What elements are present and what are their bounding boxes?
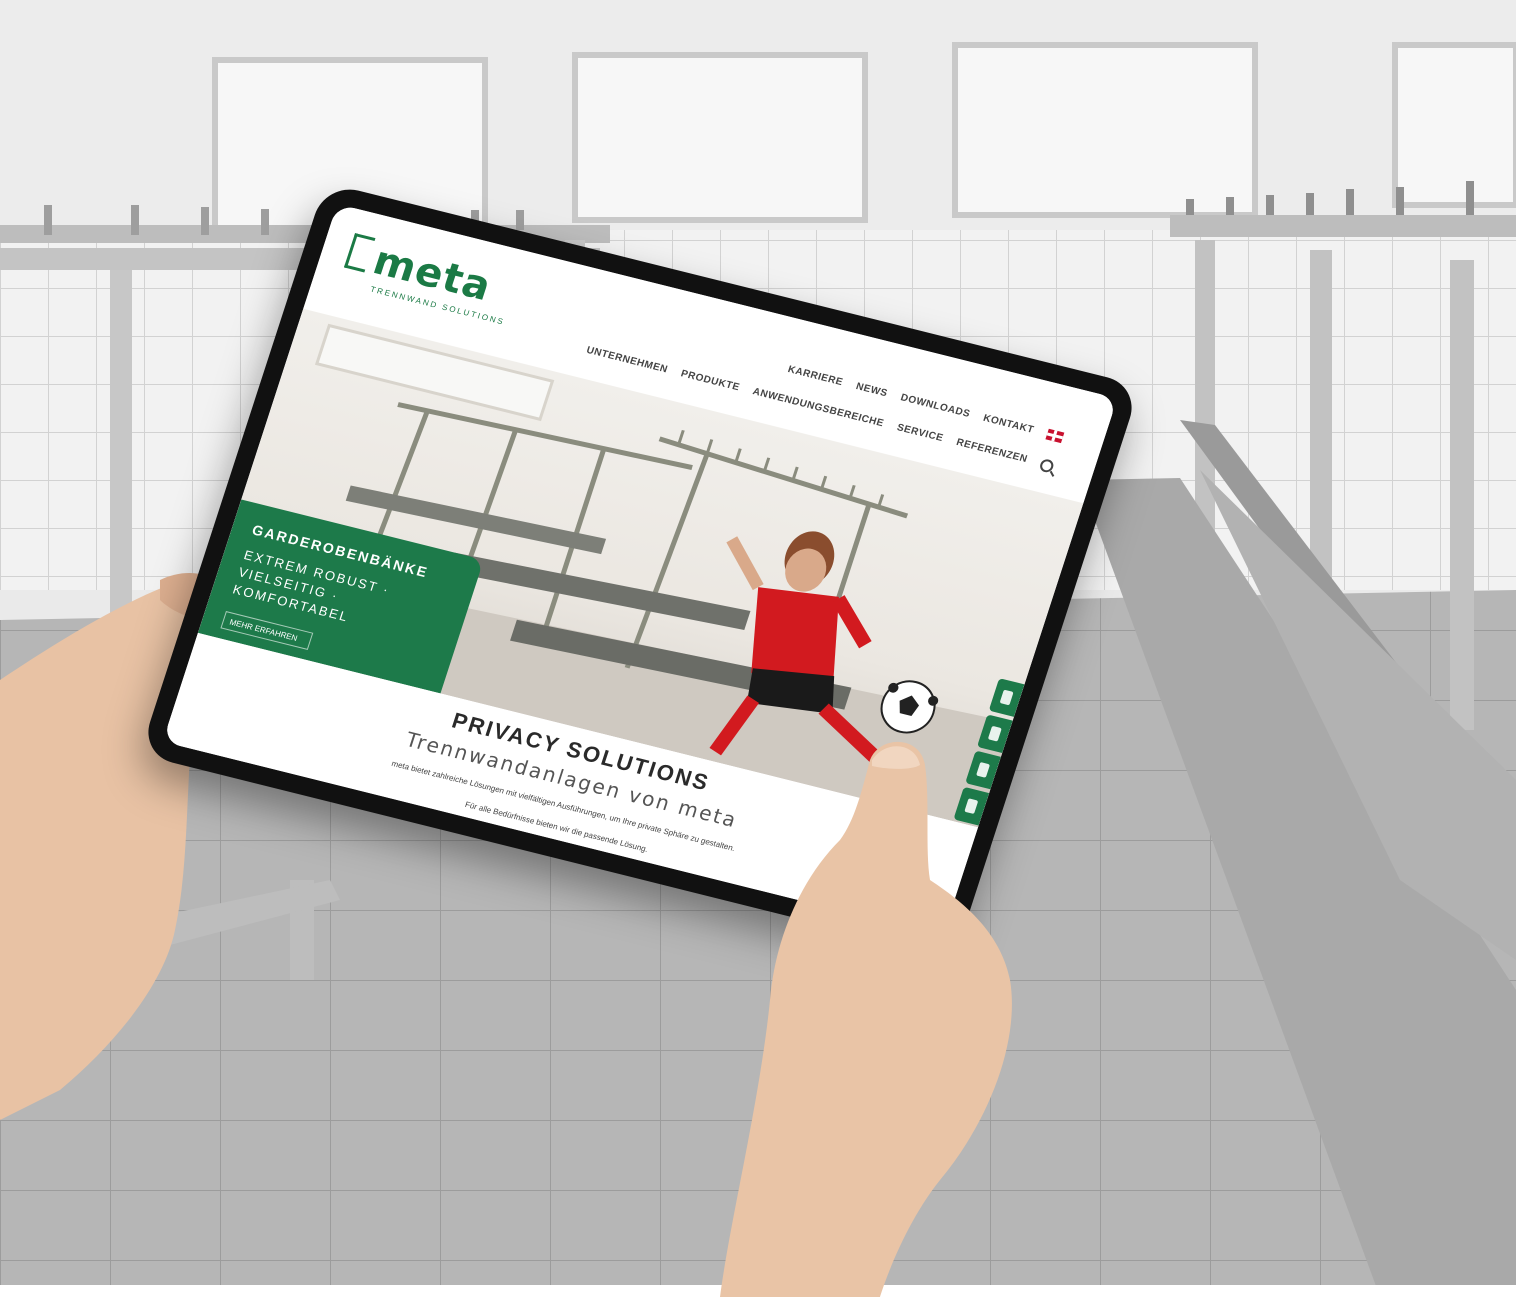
photo-scene: meta TRENNWAND SOLUTIONS KARRIERE NEWS D… [0,0,1516,1297]
right-hand [720,741,1012,1297]
